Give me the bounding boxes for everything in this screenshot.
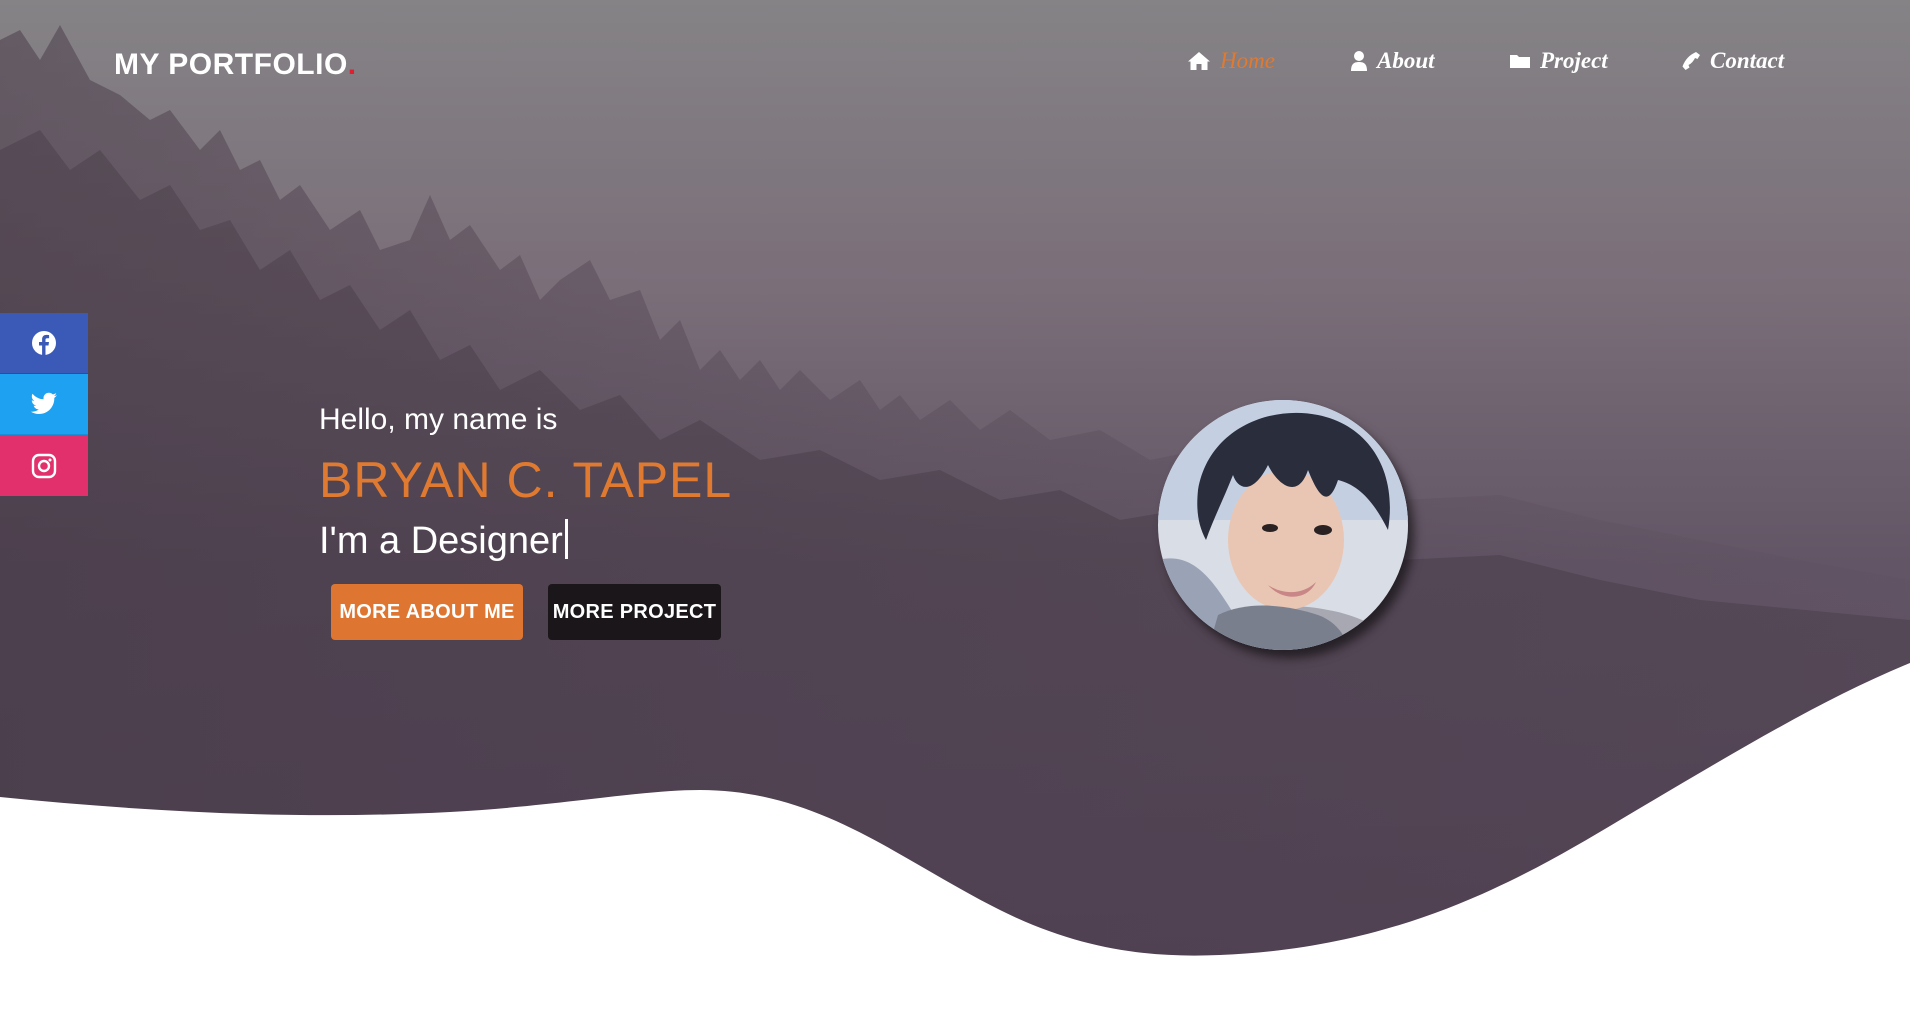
greeting-text: Hello, my name is xyxy=(319,403,558,436)
profile-photo xyxy=(1158,400,1408,650)
instagram-icon xyxy=(31,453,57,478)
nav-label-about: About xyxy=(1377,48,1435,73)
nav-item-contact[interactable]: Contact xyxy=(1681,48,1784,74)
nav-item-about[interactable]: About xyxy=(1350,48,1435,74)
more-project-button[interactable]: MORE PROJECT xyxy=(548,584,721,640)
twitter-icon xyxy=(30,392,57,414)
nav-label-project: Project xyxy=(1540,48,1608,73)
typing-caret xyxy=(564,519,568,559)
twitter-button[interactable] xyxy=(0,374,88,435)
nav-label-contact: Contact xyxy=(1710,48,1785,73)
nav-item-home[interactable]: Home xyxy=(1187,48,1275,74)
facebook-icon xyxy=(32,331,56,355)
phone-icon xyxy=(1682,52,1700,70)
hero-section: MY PORTFOLIO. Home About Project Contact… xyxy=(0,0,1910,1027)
nav-item-project[interactable]: Project xyxy=(1509,48,1608,74)
facebook-button[interactable] xyxy=(0,313,88,374)
intro-text: Hello, my name is BRYAN C. TAPEL I'm a D… xyxy=(319,400,1019,566)
social-sidebar xyxy=(0,313,88,496)
hero-name: BRYAN C. TAPEL xyxy=(319,452,733,508)
user-icon xyxy=(1351,51,1367,71)
main-nav: Home About Project Contact xyxy=(0,48,1910,82)
profile-avatar xyxy=(1158,400,1408,650)
more-about-me-button[interactable]: MORE ABOUT ME xyxy=(331,584,523,640)
folder-icon xyxy=(1510,55,1530,68)
home-icon xyxy=(1188,52,1210,70)
instagram-button[interactable] xyxy=(0,435,88,496)
nav-label-home: Home xyxy=(1220,48,1275,73)
role-line: I'm a Designer xyxy=(319,516,1019,566)
role-text: I'm a Designer xyxy=(319,520,563,562)
